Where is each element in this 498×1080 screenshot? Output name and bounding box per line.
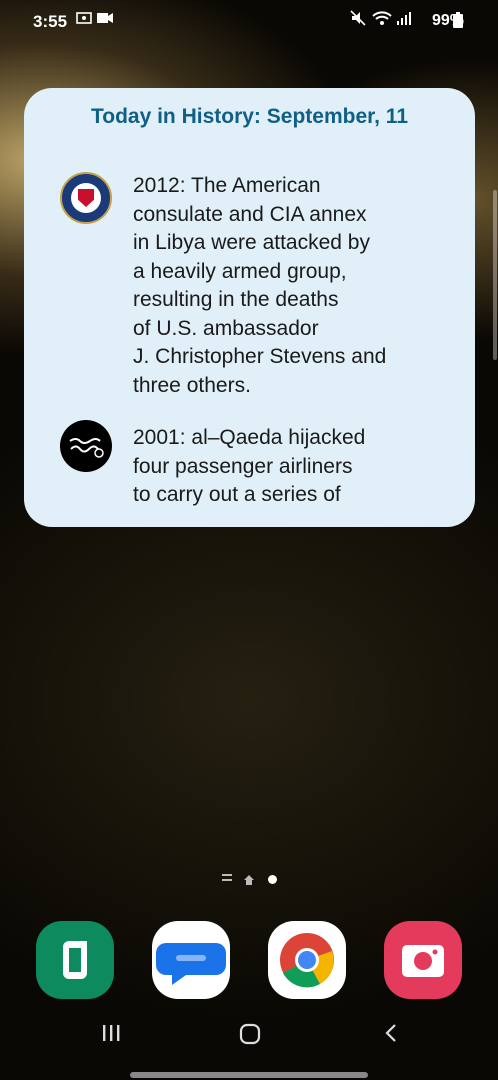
entry-text: 2001: al–Qaeda hijacked four passenger a… — [133, 426, 366, 506]
chrome-app-icon[interactable] — [268, 921, 346, 999]
home-page-icon — [244, 875, 254, 885]
video-icon — [96, 10, 114, 30]
messages-app-icon[interactable] — [152, 921, 230, 999]
status-bar: 3:55 99% — [0, 0, 498, 44]
recents-icon[interactable] — [100, 1022, 122, 1050]
phone-app-icon[interactable] — [36, 921, 114, 999]
navigation-bar — [0, 1010, 498, 1080]
page-indicator[interactable] — [222, 872, 282, 888]
page-list-icon — [222, 874, 232, 884]
camera-app-icon[interactable] — [384, 921, 462, 999]
status-time: 3:55 — [33, 12, 68, 31]
cia-seal-icon — [60, 172, 112, 224]
mute-icon — [350, 10, 366, 30]
today-in-history-widget[interactable]: Today in History: September, 11 2012: Th… — [24, 88, 475, 527]
battery-icon — [453, 12, 463, 32]
home-icon[interactable] — [238, 1022, 262, 1052]
wifi-icon — [372, 10, 392, 30]
al-qaeda-flag-icon — [60, 420, 112, 472]
edge-panel-handle[interactable] — [493, 190, 497, 360]
gesture-handle[interactable] — [130, 1072, 368, 1078]
widget-title: Today in History: September, 11 — [90, 105, 409, 128]
back-icon[interactable] — [380, 1022, 402, 1050]
entry-text: 2012: The American consulate and CIA ann… — [133, 174, 387, 397]
signal-icon — [396, 10, 412, 30]
current-page-dot — [268, 875, 277, 884]
screen-record-icon — [76, 10, 92, 30]
